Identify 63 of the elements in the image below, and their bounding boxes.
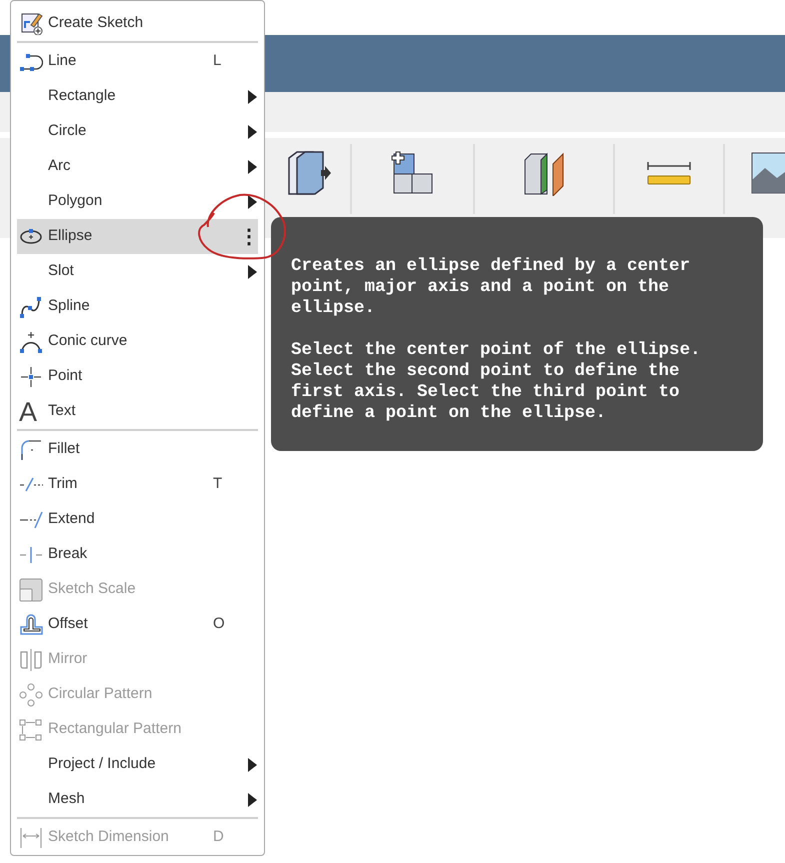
shortcut-key: T: [213, 473, 222, 496]
menu-item[interactable]: Point: [17, 359, 258, 394]
menu-item[interactable]: Slot: [17, 254, 258, 289]
menu-item[interactable]: Offset O: [17, 607, 258, 642]
more-options-button[interactable]: ⋮: [239, 226, 259, 246]
menu-label: Spline: [48, 296, 90, 316]
mirror-icon: [19, 648, 43, 672]
menu-item[interactable]: Mesh: [17, 782, 258, 817]
menu-label: Rectangular Pattern: [48, 719, 182, 740]
menu-label: Rectangle: [48, 86, 116, 106]
text-icon: A: [19, 400, 43, 424]
menu-label: Slot: [48, 261, 74, 282]
shortcut-key: L: [213, 50, 222, 73]
menu-label: Mesh: [48, 789, 85, 810]
shortcut-key: O: [213, 613, 225, 636]
menu-label: Mirror: [48, 649, 88, 670]
menu-item[interactable]: Polygon: [17, 184, 258, 219]
menu-item[interactable]: Create Sketch: [17, 5, 258, 41]
fillet-icon: [19, 438, 43, 462]
menu-item[interactable]: Project / Include: [17, 747, 258, 782]
tooltip-text: Select the center point of the ellipse. Select the second point to define the first axis. Select the third point to define a point on the ellipse.: [291, 340, 702, 424]
conic-curve-icon: [19, 330, 43, 354]
menu-label: Line: [48, 51, 76, 72]
menu-label: Create Sketch: [48, 12, 144, 33]
menu-label: Arc: [48, 156, 70, 176]
menu-label: Offset: [48, 614, 88, 634]
menu-item[interactable]: Ellipse ⋮: [17, 219, 258, 254]
menu-item[interactable]: Line L: [17, 44, 258, 79]
assemble-blocks-icon[interactable]: [390, 150, 436, 196]
menu-label: Point: [48, 366, 82, 386]
offset-icon: [19, 612, 43, 636]
menu-item[interactable]: Spline: [17, 289, 258, 324]
menu-label: Polygon: [48, 191, 102, 212]
menu-label: Text: [48, 401, 76, 422]
menu-label: Extend: [48, 509, 95, 530]
menu-item[interactable]: Extend: [17, 502, 258, 537]
tooltip-text: Creates an ellipse defined by a center point, major axis and a point on the ellipse.: [291, 256, 692, 319]
menu-label: Break: [48, 544, 88, 564]
point-icon: [19, 364, 43, 388]
menu-label: Project / Include: [48, 754, 156, 774]
menu-label: Circle: [48, 121, 86, 142]
circular-pattern-icon: [19, 682, 43, 706]
dimension-icon: [19, 826, 43, 850]
rectangular-pattern-icon: [19, 718, 43, 742]
menu-item[interactable]: Trim T: [17, 467, 258, 502]
spline-icon: [19, 294, 43, 318]
menu-label: Sketch Dimension: [48, 827, 169, 848]
shortcut-key: D: [213, 826, 224, 849]
menu-label: Ellipse: [48, 226, 92, 246]
menu-label: Conic curve: [48, 331, 128, 352]
sketch-icon: [19, 11, 43, 35]
menu-item[interactable]: Circle: [17, 114, 258, 149]
menu-item[interactable]: Rectangle: [17, 79, 258, 114]
menu-item[interactable]: Break: [17, 537, 258, 572]
menu-label: Fillet: [48, 439, 80, 460]
menu-item[interactable]: Fillet: [17, 432, 258, 467]
menu-item[interactable]: Conic curve: [17, 324, 258, 359]
menu-item[interactable]: A Text: [17, 394, 258, 429]
menu-item[interactable]: Arc: [17, 149, 258, 184]
menu-label: Trim: [48, 474, 78, 494]
scale-icon: [19, 578, 43, 602]
menu-label: Circular Pattern: [48, 684, 152, 704]
menu-label: Sketch Scale: [48, 579, 136, 600]
